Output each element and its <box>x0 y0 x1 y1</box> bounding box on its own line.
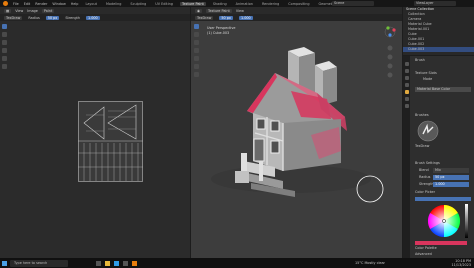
uv-menu-view[interactable]: View <box>15 9 23 13</box>
file-explorer-icon[interactable] <box>105 260 110 266</box>
brush-preview-icon[interactable] <box>417 120 439 142</box>
uv-editor-header: ▦ View Image Paint <box>0 7 190 14</box>
scene-tab-icon[interactable] <box>404 83 409 87</box>
uv-layout-image <box>78 101 143 182</box>
tab-uv-editing[interactable]: UV Editing <box>153 2 175 6</box>
view-layer-selector[interactable]: ViewLayer <box>414 1 456 6</box>
viewport-radius-field[interactable]: 50 px <box>219 15 233 20</box>
uv-tool-settings: TexDraw Radius 50 px Strength 1.000 <box>0 14 190 21</box>
start-menu-icon[interactable] <box>2 260 7 266</box>
viewport-strength-field[interactable]: 1.000 <box>238 15 253 20</box>
properties-tabs <box>403 56 410 258</box>
weather-label[interactable]: 15°C Mostly clear <box>355 261 385 265</box>
tab-animation[interactable]: Animation <box>234 2 255 6</box>
house-model <box>211 47 384 203</box>
strength-field[interactable]: 1.000 <box>433 182 469 187</box>
uv-mode-dropdown[interactable]: Paint <box>41 8 55 13</box>
material-tab-icon[interactable] <box>404 104 409 108</box>
properties-panel: Brush Texture Slots Mode Material Base C… <box>403 56 474 258</box>
uv-soften-tool-icon[interactable] <box>2 32 7 37</box>
clock-date: 11/13/2023 <box>451 263 471 267</box>
render-tab-icon[interactable] <box>404 69 409 73</box>
tab-compositing[interactable]: Compositing <box>286 2 311 6</box>
tab-sculpting[interactable]: Sculpting <box>128 2 148 6</box>
viewport-tool-settings: TexDraw 50 px 1.000 <box>191 14 402 21</box>
blend-dropdown[interactable]: Mix <box>433 168 469 173</box>
store-icon[interactable] <box>123 260 128 266</box>
brush-name-label[interactable]: TexDraw <box>415 144 429 148</box>
value-slider[interactable] <box>465 204 468 238</box>
blender-logo-icon[interactable] <box>3 1 8 6</box>
color-wheel[interactable] <box>427 204 461 238</box>
taskview-icon[interactable] <box>96 260 101 266</box>
advanced-header[interactable]: Advanced <box>415 252 432 256</box>
uv-strength-field[interactable]: 1.000 <box>86 15 100 20</box>
menu-window[interactable]: Window <box>52 2 65 6</box>
uv-brush-selector[interactable]: TexDraw <box>4 15 23 20</box>
top-menu-bar: File Edit Render Window Help Layout Mode… <box>0 0 474 7</box>
viewport-editor-type-button[interactable]: ◉ <box>195 8 202 13</box>
uv-strength-label: Strength <box>65 15 80 20</box>
uv-smear-tool-icon[interactable] <box>2 40 7 45</box>
tab-layout[interactable]: Layout <box>83 2 99 6</box>
tab-rendering[interactable]: Rendering <box>260 2 281 6</box>
texture-mode-label: Mode <box>423 77 433 81</box>
primary-color-swatch[interactable] <box>415 241 467 245</box>
uv-editor-type-button[interactable]: ▦ <box>4 8 12 13</box>
brush-section-label: Brush <box>415 58 425 62</box>
outliner-row-selected[interactable]: Cube.003 <box>403 47 474 52</box>
taskbar-search-input[interactable]: Type here to search <box>10 259 68 267</box>
uv-draw-tool-icon[interactable] <box>2 24 7 29</box>
viewport-header: ◉ Texture Paint View <box>191 7 402 14</box>
object-tab-icon[interactable] <box>404 90 409 94</box>
taskbar: Type here to search 15°C Mostly clear 10… <box>0 258 474 268</box>
texture-slots-header[interactable]: Texture Slots <box>415 71 437 75</box>
radius-field[interactable]: 50 px <box>433 175 469 180</box>
browser-icon[interactable] <box>114 260 119 266</box>
uv-radius-label: Radius <box>28 15 40 20</box>
output-tab-icon[interactable] <box>404 76 409 80</box>
modifier-tab-icon[interactable] <box>404 97 409 101</box>
uv-fill-tool-icon[interactable] <box>2 56 7 61</box>
strength-label: Strength <box>419 182 434 186</box>
color-mode-tabs[interactable] <box>415 197 471 201</box>
taskbar-apps <box>96 260 137 266</box>
brushes-header[interactable]: Brushes <box>415 113 429 117</box>
viewport-menu-view[interactable]: View <box>236 9 244 13</box>
color-palette-header[interactable]: Color Palette <box>415 246 437 250</box>
taskbar-clock[interactable]: 10:18 PM 11/13/2023 <box>451 259 471 267</box>
menu-file[interactable]: File <box>13 2 19 6</box>
tab-shading[interactable]: Shading <box>211 2 229 6</box>
outliner-panel: Scene Collection Collection Camera Mater… <box>403 7 474 55</box>
tab-texture-paint[interactable]: Texture Paint <box>179 1 206 6</box>
uv-menu-image[interactable]: Image <box>27 9 38 13</box>
brush-settings-header[interactable]: Brush Settings <box>415 161 440 165</box>
radius-label: Radius <box>419 175 431 179</box>
menu-edit[interactable]: Edit <box>24 2 31 6</box>
tool-tab-icon[interactable] <box>404 62 409 66</box>
menu-render[interactable]: Render <box>35 2 47 6</box>
blend-label: Blend <box>419 168 429 172</box>
scene-selector[interactable]: Scene <box>332 1 374 6</box>
viewport-brush-selector[interactable]: TexDraw <box>195 15 214 20</box>
uv-clone-tool-icon[interactable] <box>2 48 7 53</box>
uv-radius-field[interactable]: 50 px <box>45 15 60 20</box>
uv-mask-tool-icon[interactable] <box>2 64 7 69</box>
uv-toolbar <box>2 24 8 69</box>
blender-taskbar-icon[interactable] <box>132 260 137 266</box>
material-base-color-slot[interactable]: Material Base Color <box>415 87 471 92</box>
menu-help[interactable]: Help <box>71 2 79 6</box>
viewport-mode-dropdown[interactable]: Texture Paint <box>205 8 232 13</box>
color-picker-header[interactable]: Color Picker <box>415 190 435 194</box>
tab-modeling[interactable]: Modeling <box>104 2 123 6</box>
